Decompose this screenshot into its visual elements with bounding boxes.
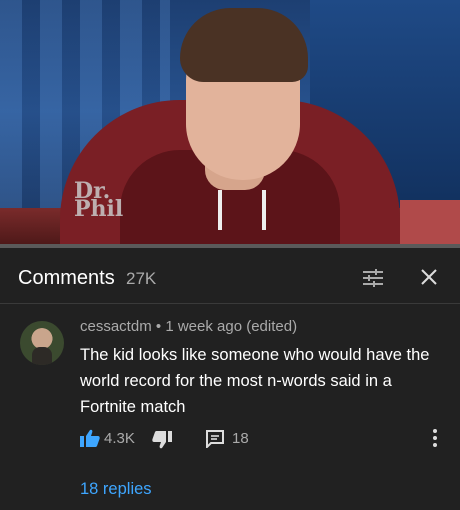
comments-title: Comments <box>18 267 115 289</box>
comment-actions: 4.3K 18 <box>80 426 450 452</box>
comment-author[interactable]: cessactdm <box>80 318 152 335</box>
comment-meta: cessactdm • 1 week ago (edited) <box>80 318 297 335</box>
comments-header: Comments 27K <box>0 248 460 304</box>
thumbs-up-icon[interactable] <box>80 429 100 447</box>
sort-filter-icon[interactable] <box>362 268 384 288</box>
avatar[interactable] <box>20 321 64 365</box>
header-divider <box>0 303 460 304</box>
person-hair <box>180 8 308 82</box>
stage-chair <box>400 200 460 248</box>
more-options-icon[interactable] <box>432 428 438 448</box>
watermark-line2: Phil <box>74 196 124 222</box>
reply-count: 18 <box>232 430 249 447</box>
view-replies-link[interactable]: 18 replies <box>80 480 152 499</box>
video-player[interactable]: Dr. Phil <box>0 0 460 248</box>
hoodie-cord-right <box>262 190 266 230</box>
hoodie-cord-left <box>218 190 222 230</box>
comments-count: 27K <box>126 269 157 288</box>
thumbs-down-icon[interactable] <box>152 431 172 449</box>
show-watermark-logo: Dr. Phil <box>74 180 124 222</box>
meta-separator: • <box>155 318 162 335</box>
reply-comment-icon[interactable] <box>206 430 224 450</box>
comment-time: 1 week ago (edited) <box>165 318 298 335</box>
like-count: 4.3K <box>104 430 135 447</box>
close-icon[interactable] <box>418 266 440 288</box>
comment-text: The kid looks like someone who would hav… <box>80 346 430 416</box>
